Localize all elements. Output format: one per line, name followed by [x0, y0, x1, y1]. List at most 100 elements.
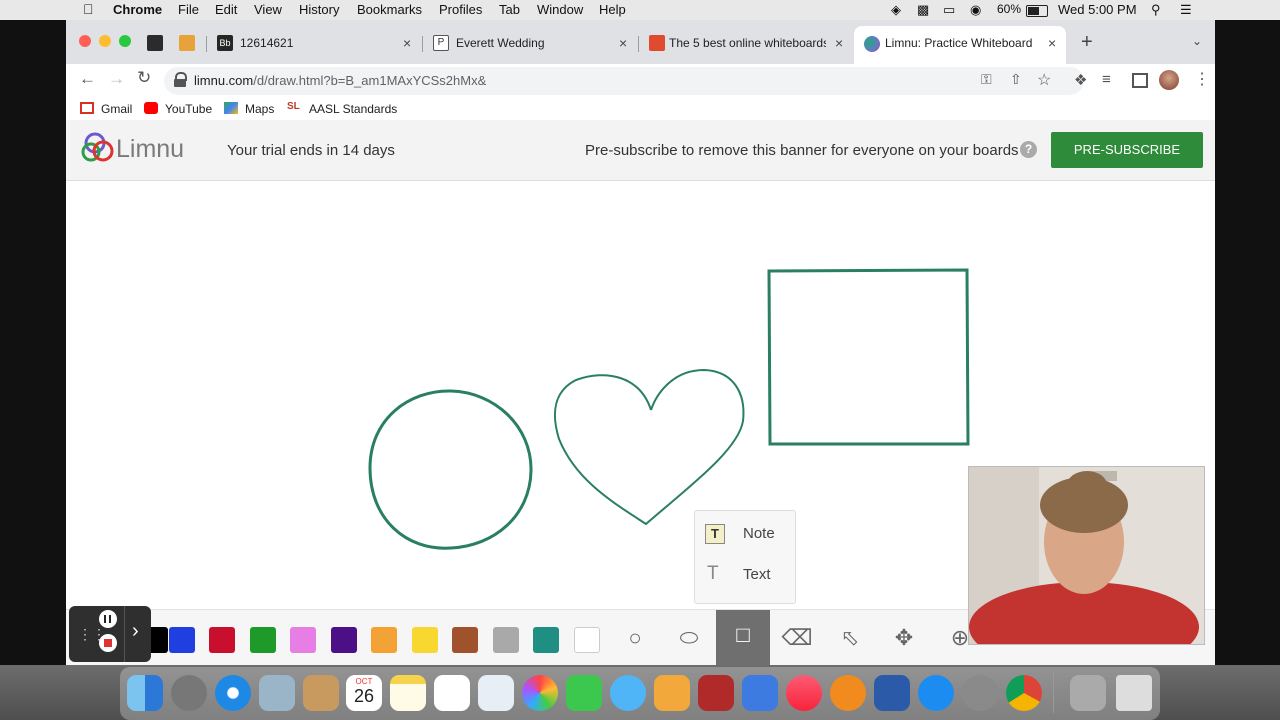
safari-icon[interactable] [215, 675, 251, 711]
extensions-puzzle-icon[interactable]: ❖ [1074, 71, 1087, 89]
menu-bookmarks[interactable]: Bookmarks [357, 2, 422, 17]
bookmark-maps[interactable]: Maps [245, 102, 274, 116]
color-swatch-orange[interactable] [371, 627, 397, 653]
menubar-clock[interactable]: Wed 5:00 PM [1058, 2, 1137, 17]
text-tool-icon[interactable]: □ [716, 610, 770, 665]
airplay-icon[interactable]: ▭ [943, 2, 955, 18]
tab-close-icon[interactable]: × [1048, 35, 1056, 51]
move-tool-icon[interactable]: ✥ [884, 618, 924, 658]
color-swatch-red[interactable] [209, 627, 235, 653]
spotlight-search-icon[interactable]: ⚲ [1151, 2, 1161, 18]
help-icon[interactable]: ? [1020, 141, 1037, 158]
tab-pinned-1[interactable] [140, 28, 170, 58]
password-key-icon[interactable]: ⚿ [981, 71, 992, 88]
menu-view[interactable]: View [254, 2, 282, 17]
kebab-menu-icon[interactable]: ⋮ [1194, 69, 1210, 89]
apple-menu-icon[interactable]:  [83, 1, 94, 17]
battery-icon[interactable] [1026, 5, 1048, 17]
profile-avatar[interactable] [1159, 70, 1179, 90]
calendar-icon[interactable]: OCT 26 [346, 675, 382, 711]
bookmark-aasl[interactable]: AASL Standards [309, 102, 397, 116]
app-store-icon[interactable] [918, 675, 954, 711]
tab-close-icon[interactable]: × [619, 35, 627, 51]
color-swatch-white[interactable] [574, 627, 600, 653]
downloads-stack-icon[interactable] [1070, 675, 1106, 711]
color-swatch-green[interactable] [250, 627, 276, 653]
tab-pinned-2[interactable] [172, 28, 202, 58]
menu-edit[interactable]: Edit [215, 2, 237, 17]
menu-app-name[interactable]: Chrome [113, 2, 162, 17]
music-icon[interactable] [786, 675, 822, 711]
limnu-logo-text[interactable]: Limnu [116, 135, 184, 164]
photo-booth-icon[interactable] [698, 675, 734, 711]
tab-close-icon[interactable]: × [835, 35, 843, 51]
share-icon[interactable]: ⇧ [1010, 71, 1022, 88]
address-bar[interactable]: limnu.com/d/draw.html?b=B_am1MAxYCSs2hMx… [164, 67, 1084, 95]
reload-icon[interactable]: ↻ [137, 68, 151, 88]
menu-window[interactable]: Window [537, 2, 583, 17]
color-swatch-yellow[interactable] [412, 627, 438, 653]
color-swatch-gray[interactable] [493, 627, 519, 653]
color-swatch-teal[interactable] [533, 627, 559, 653]
window-minimize-button[interactable] [99, 35, 111, 47]
tab-blackboard[interactable]: Bb 12614621 × [210, 28, 420, 58]
drawn-heart[interactable] [553, 368, 745, 526]
side-panel-icon[interactable] [1132, 73, 1148, 88]
presubscribe-button[interactable]: PRE-SUBSCRIBE [1051, 132, 1203, 168]
menu-history[interactable]: History [299, 2, 339, 17]
wifi-icon[interactable]: ◉ [970, 2, 981, 18]
messages-icon[interactable] [610, 675, 646, 711]
tab-whiteboards-article[interactable]: The 5 best online whiteboards × [642, 28, 852, 58]
chrome-icon[interactable] [1006, 675, 1042, 711]
menu-help[interactable]: Help [599, 2, 626, 17]
menu-tab[interactable]: Tab [499, 2, 520, 17]
control-center-icon[interactable]: ☰ [1180, 2, 1192, 18]
books-icon[interactable] [830, 675, 866, 711]
vpn-shield-icon[interactable]: ◈ [891, 2, 901, 18]
stop-icon[interactable] [99, 634, 117, 652]
pages-icon[interactable] [654, 675, 690, 711]
note-option[interactable]: T Note [705, 521, 790, 551]
pause-icon[interactable] [99, 610, 117, 628]
forward-arrow-icon[interactable]: → [108, 69, 125, 89]
photos-icon[interactable] [522, 675, 558, 711]
finder-icon[interactable] [127, 675, 163, 711]
reminders-icon[interactable] [434, 675, 470, 711]
menu-profiles[interactable]: Profiles [439, 2, 482, 17]
contacts-icon[interactable] [303, 675, 339, 711]
tab-limnu-active[interactable]: Limnu: Practice Whiteboard × [854, 26, 1066, 64]
eraser-tool-icon[interactable]: ⌫ [777, 618, 817, 658]
text-option[interactable]: T Text [705, 562, 790, 592]
drawn-rectangle[interactable] [767, 268, 970, 446]
new-tab-icon[interactable]: + [1081, 31, 1093, 54]
color-swatch-pink[interactable] [290, 627, 316, 653]
color-swatch-purple[interactable] [331, 627, 357, 653]
media-control-icon[interactable]: ≡ [1102, 71, 1111, 88]
tab-close-icon[interactable]: × [403, 35, 411, 51]
select-arrow-tool-icon[interactable]: ⬁ [830, 618, 870, 658]
menu-file[interactable]: File [178, 2, 199, 17]
trash-icon[interactable] [1116, 675, 1152, 711]
tab-search-chevron-icon[interactable]: ⌄ [1192, 34, 1202, 48]
color-swatch-blue[interactable] [169, 627, 195, 653]
drawn-circle[interactable] [368, 389, 533, 550]
ellipse-tool-icon[interactable]: ⬭ [669, 618, 709, 658]
keynote-icon[interactable] [742, 675, 778, 711]
launchpad-icon[interactable] [171, 675, 207, 711]
camera-icon[interactable]: ▩ [917, 2, 929, 18]
window-zoom-button[interactable] [119, 35, 131, 47]
circle-tool-icon[interactable]: ○ [615, 618, 655, 658]
bookmark-star-icon[interactable]: ☆ [1037, 70, 1051, 90]
system-preferences-icon[interactable] [962, 675, 998, 711]
bookmark-youtube[interactable]: YouTube [165, 102, 212, 116]
window-close-button[interactable] [79, 35, 91, 47]
preview-icon[interactable] [259, 675, 295, 711]
bookmark-gmail[interactable]: Gmail [101, 102, 132, 116]
notes-icon[interactable] [390, 675, 426, 711]
facetime-icon[interactable] [566, 675, 602, 711]
back-arrow-icon[interactable]: ← [79, 69, 96, 89]
textedit-icon[interactable] [478, 675, 514, 711]
expand-chevron-icon[interactable]: › [132, 620, 139, 643]
tab-everett-wedding[interactable]: P Everett Wedding × [426, 28, 636, 58]
color-swatch-brown[interactable] [452, 627, 478, 653]
